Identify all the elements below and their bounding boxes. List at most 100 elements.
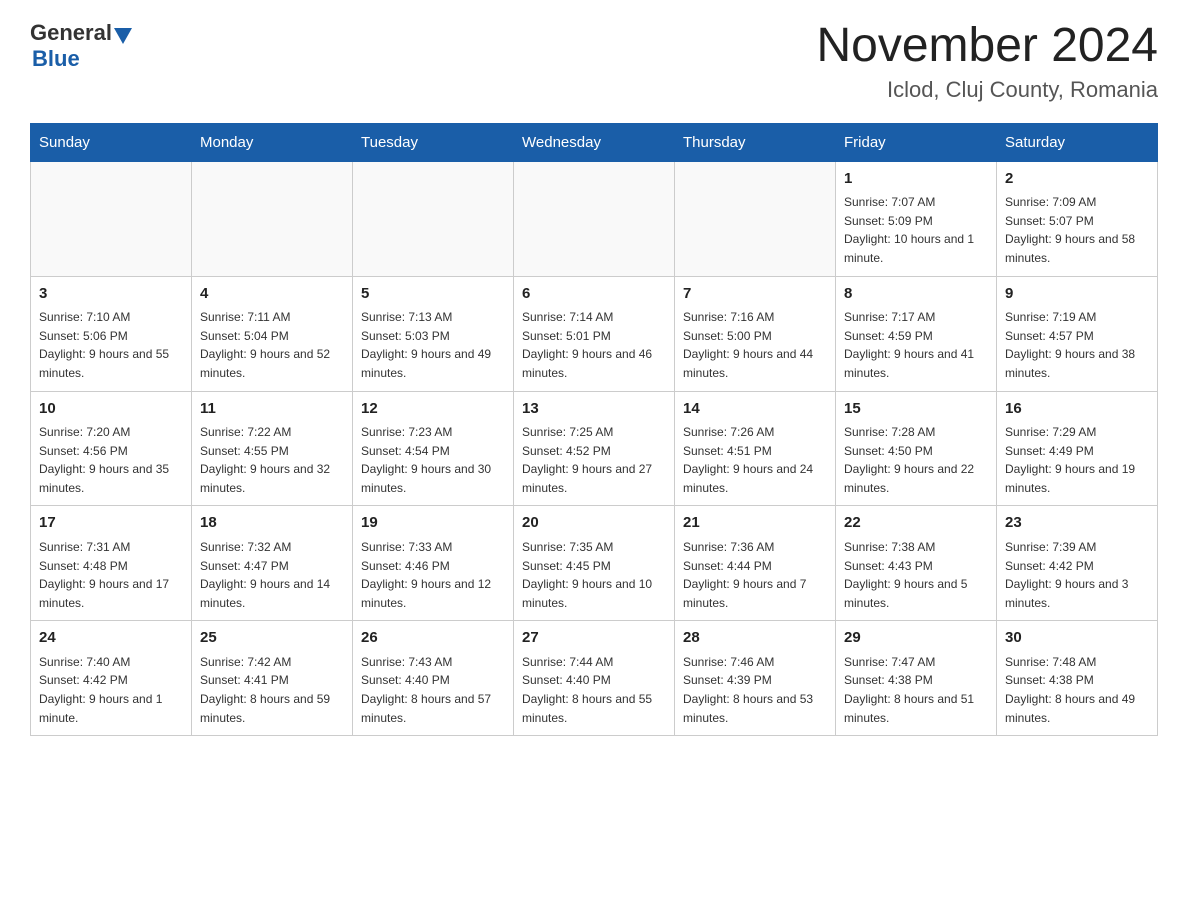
- calendar-cell: 18Sunrise: 7:32 AMSunset: 4:47 PMDayligh…: [192, 506, 353, 621]
- day-number: 29: [844, 627, 988, 650]
- day-number: 12: [361, 398, 505, 421]
- day-number: 27: [522, 627, 666, 650]
- day-number: 3: [39, 283, 183, 306]
- week-row-5: 24 Sunrise: 7:40 AMSunset: 4:42 PMDayligh…: [31, 621, 1158, 736]
- weekday-header-monday: Monday: [192, 123, 353, 161]
- day-number: 30: [1005, 627, 1149, 650]
- calendar-cell: 25 Sunrise: 7:42 AMSunset: 4:41 PMDayligh…: [192, 621, 353, 736]
- day-info: Sunrise: 7:19 AMSunset: 4:57 PMDaylight:…: [1005, 308, 1149, 382]
- calendar-cell: 13Sunrise: 7:25 AMSunset: 4:52 PMDayligh…: [514, 391, 675, 506]
- title-section: November 2024 Iclod, Cluj County, Romani…: [816, 20, 1158, 103]
- day-info: Sunrise: 7:17 AMSunset: 4:59 PMDaylight:…: [844, 308, 988, 382]
- weekday-header-friday: Friday: [836, 123, 997, 161]
- calendar-cell: 3Sunrise: 7:10 AMSunset: 5:06 PMDaylight…: [31, 276, 192, 391]
- day-number: 17: [39, 512, 183, 535]
- day-number: 26: [361, 627, 505, 650]
- calendar-cell: 21Sunrise: 7:36 AMSunset: 4:44 PMDayligh…: [675, 506, 836, 621]
- day-info: Sunrise: 7:14 AMSunset: 5:01 PMDaylight:…: [522, 308, 666, 382]
- weekday-header-saturday: Saturday: [997, 123, 1158, 161]
- day-info: Sunrise: 7:39 AMSunset: 4:42 PMDaylight:…: [1005, 538, 1149, 612]
- calendar-cell: 23 Sunrise: 7:39 AMSunset: 4:42 PMDayligh…: [997, 506, 1158, 621]
- day-info: Sunrise: 7:07 AMSunset: 5:09 PMDaylight:…: [844, 193, 988, 267]
- calendar-cell: [192, 161, 353, 276]
- page-header: General Blue November 2024 Iclod, Cluj C…: [30, 20, 1158, 103]
- day-info: Sunrise: 7:48 AMSunset: 4:38 PMDaylight:…: [1005, 653, 1149, 727]
- day-number: 19: [361, 512, 505, 535]
- day-info: Sunrise: 7:25 AMSunset: 4:52 PMDaylight:…: [522, 423, 666, 497]
- day-info: Sunrise: 7:47 AMSunset: 4:38 PMDaylight:…: [844, 653, 988, 727]
- day-info: Sunrise: 7:35 AMSunset: 4:45 PMDaylight:…: [522, 538, 666, 612]
- day-number: 15: [844, 398, 988, 421]
- day-number: 22: [844, 512, 988, 535]
- day-info: Sunrise: 7:28 AMSunset: 4:50 PMDaylight:…: [844, 423, 988, 497]
- weekday-header-wednesday: Wednesday: [514, 123, 675, 161]
- calendar-cell: 1Sunrise: 7:07 AMSunset: 5:09 PMDaylight…: [836, 161, 997, 276]
- calendar-cell: 10Sunrise: 7:20 AMSunset: 4:56 PMDayligh…: [31, 391, 192, 506]
- day-info: Sunrise: 7:31 AMSunset: 4:48 PMDaylight:…: [39, 538, 183, 612]
- week-row-3: 10Sunrise: 7:20 AMSunset: 4:56 PMDayligh…: [31, 391, 1158, 506]
- calendar-cell: [675, 161, 836, 276]
- location-title: Iclod, Cluj County, Romania: [816, 77, 1158, 103]
- day-number: 18: [200, 512, 344, 535]
- day-number: 10: [39, 398, 183, 421]
- logo: General Blue: [30, 20, 132, 72]
- calendar-table: SundayMondayTuesdayWednesdayThursdayFrid…: [30, 123, 1158, 736]
- day-info: Sunrise: 7:20 AMSunset: 4:56 PMDaylight:…: [39, 423, 183, 497]
- calendar-cell: [514, 161, 675, 276]
- day-number: 16: [1005, 398, 1149, 421]
- day-number: 11: [200, 398, 344, 421]
- month-title: November 2024: [816, 20, 1158, 73]
- day-number: 13: [522, 398, 666, 421]
- day-info: Sunrise: 7:46 AMSunset: 4:39 PMDaylight:…: [683, 653, 827, 727]
- day-number: 14: [683, 398, 827, 421]
- calendar-cell: 8Sunrise: 7:17 AMSunset: 4:59 PMDaylight…: [836, 276, 997, 391]
- day-info: Sunrise: 7:33 AMSunset: 4:46 PMDaylight:…: [361, 538, 505, 612]
- calendar-cell: 9Sunrise: 7:19 AMSunset: 4:57 PMDaylight…: [997, 276, 1158, 391]
- day-number: 21: [683, 512, 827, 535]
- day-number: 2: [1005, 168, 1149, 191]
- day-info: Sunrise: 7:43 AMSunset: 4:40 PMDaylight:…: [361, 653, 505, 727]
- day-info: Sunrise: 7:23 AMSunset: 4:54 PMDaylight:…: [361, 423, 505, 497]
- day-info: Sunrise: 7:09 AMSunset: 5:07 PMDaylight:…: [1005, 193, 1149, 267]
- day-number: 6: [522, 283, 666, 306]
- day-info: Sunrise: 7:13 AMSunset: 5:03 PMDaylight:…: [361, 308, 505, 382]
- day-info: Sunrise: 7:26 AMSunset: 4:51 PMDaylight:…: [683, 423, 827, 497]
- logo-arrow-icon: [114, 28, 132, 44]
- day-info: Sunrise: 7:42 AMSunset: 4:41 PMDaylight:…: [200, 653, 344, 727]
- day-number: 8: [844, 283, 988, 306]
- calendar-cell: 28Sunrise: 7:46 AMSunset: 4:39 PMDayligh…: [675, 621, 836, 736]
- week-row-2: 3Sunrise: 7:10 AMSunset: 5:06 PMDaylight…: [31, 276, 1158, 391]
- weekday-header-sunday: Sunday: [31, 123, 192, 161]
- calendar-cell: 7Sunrise: 7:16 AMSunset: 5:00 PMDaylight…: [675, 276, 836, 391]
- week-row-1: 1Sunrise: 7:07 AMSunset: 5:09 PMDaylight…: [31, 161, 1158, 276]
- calendar-cell: [353, 161, 514, 276]
- calendar-cell: 20 Sunrise: 7:35 AMSunset: 4:45 PMDayligh…: [514, 506, 675, 621]
- calendar-cell: 22Sunrise: 7:38 AMSunset: 4:43 PMDayligh…: [836, 506, 997, 621]
- weekday-header-tuesday: Tuesday: [353, 123, 514, 161]
- day-number: 20: [522, 512, 666, 535]
- day-number: 4: [200, 283, 344, 306]
- calendar-cell: 14Sunrise: 7:26 AMSunset: 4:51 PMDayligh…: [675, 391, 836, 506]
- day-info: Sunrise: 7:44 AMSunset: 4:40 PMDaylight:…: [522, 653, 666, 727]
- calendar-cell: 24 Sunrise: 7:40 AMSunset: 4:42 PMDayligh…: [31, 621, 192, 736]
- week-row-4: 17 Sunrise: 7:31 AMSunset: 4:48 PMDayligh…: [31, 506, 1158, 621]
- calendar-cell: 15Sunrise: 7:28 AMSunset: 4:50 PMDayligh…: [836, 391, 997, 506]
- calendar-cell: 27 Sunrise: 7:44 AMSunset: 4:40 PMDayligh…: [514, 621, 675, 736]
- calendar-cell: 5Sunrise: 7:13 AMSunset: 5:03 PMDaylight…: [353, 276, 514, 391]
- logo-blue-text: Blue: [32, 46, 80, 72]
- calendar-cell: 30 Sunrise: 7:48 AMSunset: 4:38 PMDayligh…: [997, 621, 1158, 736]
- calendar-cell: [31, 161, 192, 276]
- day-info: Sunrise: 7:10 AMSunset: 5:06 PMDaylight:…: [39, 308, 183, 382]
- calendar-cell: 26 Sunrise: 7:43 AMSunset: 4:40 PMDayligh…: [353, 621, 514, 736]
- day-number: 23: [1005, 512, 1149, 535]
- logo-general-text: General: [30, 20, 112, 46]
- day-info: Sunrise: 7:29 AMSunset: 4:49 PMDaylight:…: [1005, 423, 1149, 497]
- day-info: Sunrise: 7:22 AMSunset: 4:55 PMDaylight:…: [200, 423, 344, 497]
- day-number: 24: [39, 627, 183, 650]
- calendar-cell: 16Sunrise: 7:29 AMSunset: 4:49 PMDayligh…: [997, 391, 1158, 506]
- day-number: 25: [200, 627, 344, 650]
- day-info: Sunrise: 7:40 AMSunset: 4:42 PMDaylight:…: [39, 653, 183, 727]
- day-number: 7: [683, 283, 827, 306]
- calendar-cell: 17 Sunrise: 7:31 AMSunset: 4:48 PMDayligh…: [31, 506, 192, 621]
- calendar-cell: 11Sunrise: 7:22 AMSunset: 4:55 PMDayligh…: [192, 391, 353, 506]
